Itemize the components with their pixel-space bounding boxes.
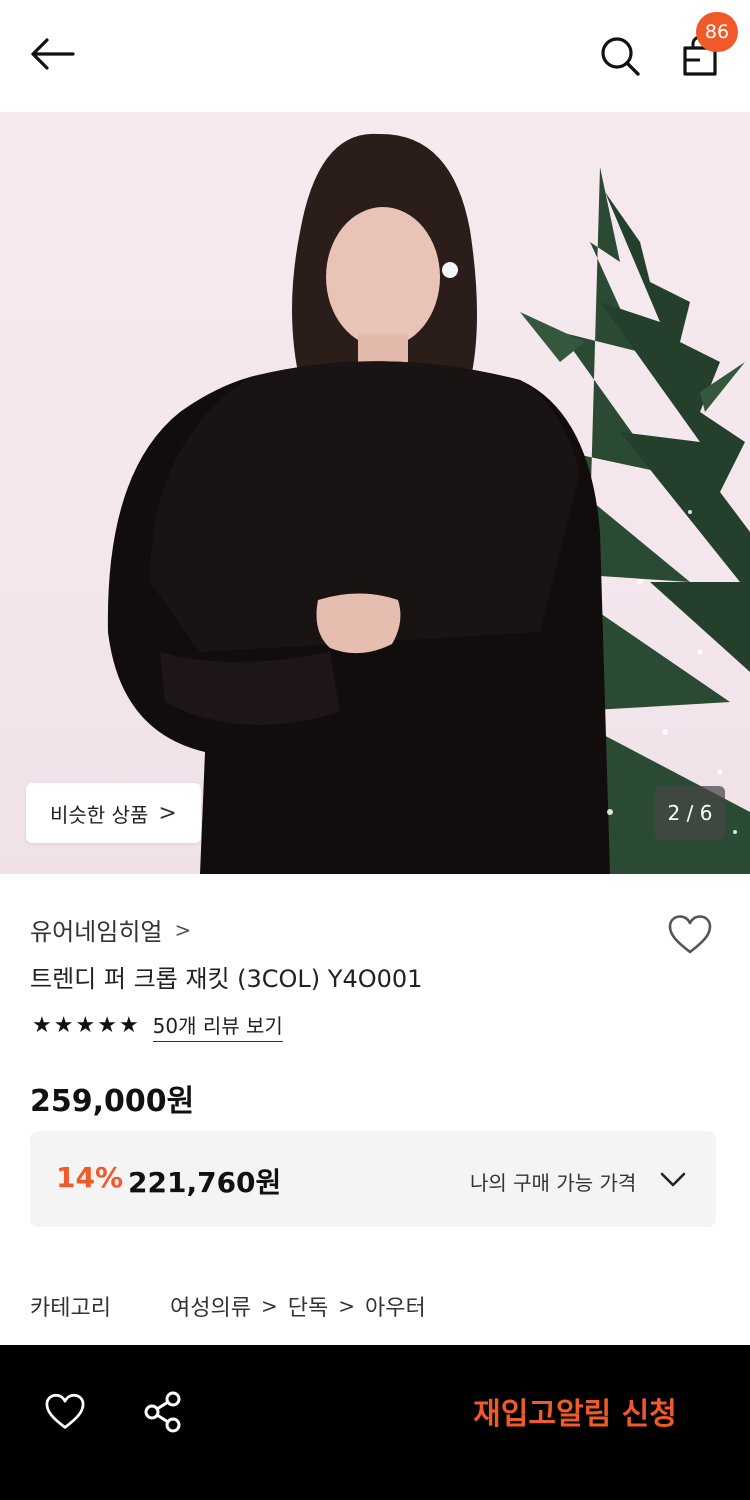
star-rating: ★ ★ ★ ★ ★ — [32, 1015, 139, 1037]
discount-rate: 14% — [56, 1161, 124, 1194]
bottom-action-bar: 재입고알림 신청 — [0, 1345, 750, 1500]
top-bar: 86 — [0, 0, 750, 112]
rating-row: ★ ★ ★ ★ ★ 50개 리뷰 보기 — [32, 1010, 283, 1042]
category-item[interactable]: 아우터 — [365, 1290, 426, 1322]
star-icon: ★ — [75, 1013, 96, 1038]
product-image-gallery[interactable]: 비슷한 상품 > 2 / 6 — [0, 112, 750, 874]
category-label: 카테고리 — [30, 1296, 111, 1321]
share-button[interactable] — [138, 1387, 188, 1437]
category-item[interactable]: 여성의류 — [170, 1290, 251, 1322]
bottom-wishlist-button[interactable] — [40, 1387, 90, 1437]
heart-icon — [45, 1393, 85, 1429]
star-icon: ★ — [118, 1013, 139, 1038]
my-price-dropdown[interactable]: 14% 221,760원 나의 구매 가능 가격 — [30, 1131, 716, 1227]
chevron-right-icon: > — [174, 917, 192, 942]
category-row: 카테고리 여성의류 > 단독 > 아우터 — [30, 1290, 426, 1322]
chevron-right-icon: > — [260, 1294, 278, 1318]
arrow-left-icon — [31, 38, 75, 70]
image-page-indicator: 2 / 6 — [655, 786, 725, 840]
category-breadcrumb: 여성의류 > 단독 > 아우터 — [170, 1290, 426, 1322]
original-price: 259,000원 — [30, 1084, 195, 1119]
search-icon — [601, 37, 640, 76]
view-reviews-link[interactable]: 50개 리뷰 보기 — [152, 1010, 283, 1042]
heart-icon — [668, 915, 712, 954]
chevron-right-icon: > — [158, 800, 177, 826]
star-icon: ★ — [97, 1013, 117, 1038]
brand-name: 유어네임히얼 — [30, 918, 163, 946]
wishlist-button[interactable] — [664, 910, 716, 960]
back-button[interactable] — [26, 30, 78, 78]
discounted-price: 221,760원 — [128, 1166, 282, 1199]
share-icon — [144, 1391, 181, 1433]
search-button[interactable] — [594, 30, 646, 82]
cart-count-badge: 86 — [696, 12, 738, 52]
product-title: 트렌디 퍼 크롭 재킷 (3COL) Y4O001 — [30, 965, 423, 993]
restock-alert-button[interactable]: 재입고알림 신청 — [440, 1381, 710, 1441]
chevron-right-icon: > — [338, 1294, 355, 1318]
similar-products-label: 비슷한 상품 — [50, 802, 149, 827]
star-icon: ★ — [32, 1013, 52, 1038]
similar-products-button[interactable]: 비슷한 상품 > — [26, 783, 201, 843]
brand-link[interactable]: 유어네임히얼 > — [30, 912, 191, 947]
chevron-down-icon — [658, 1165, 688, 1195]
category-item[interactable]: 단독 — [288, 1290, 328, 1322]
star-icon: ★ — [53, 1013, 74, 1038]
product-photo — [107, 133, 750, 874]
my-price-label: 나의 구매 가능 가격 — [470, 1171, 637, 1195]
